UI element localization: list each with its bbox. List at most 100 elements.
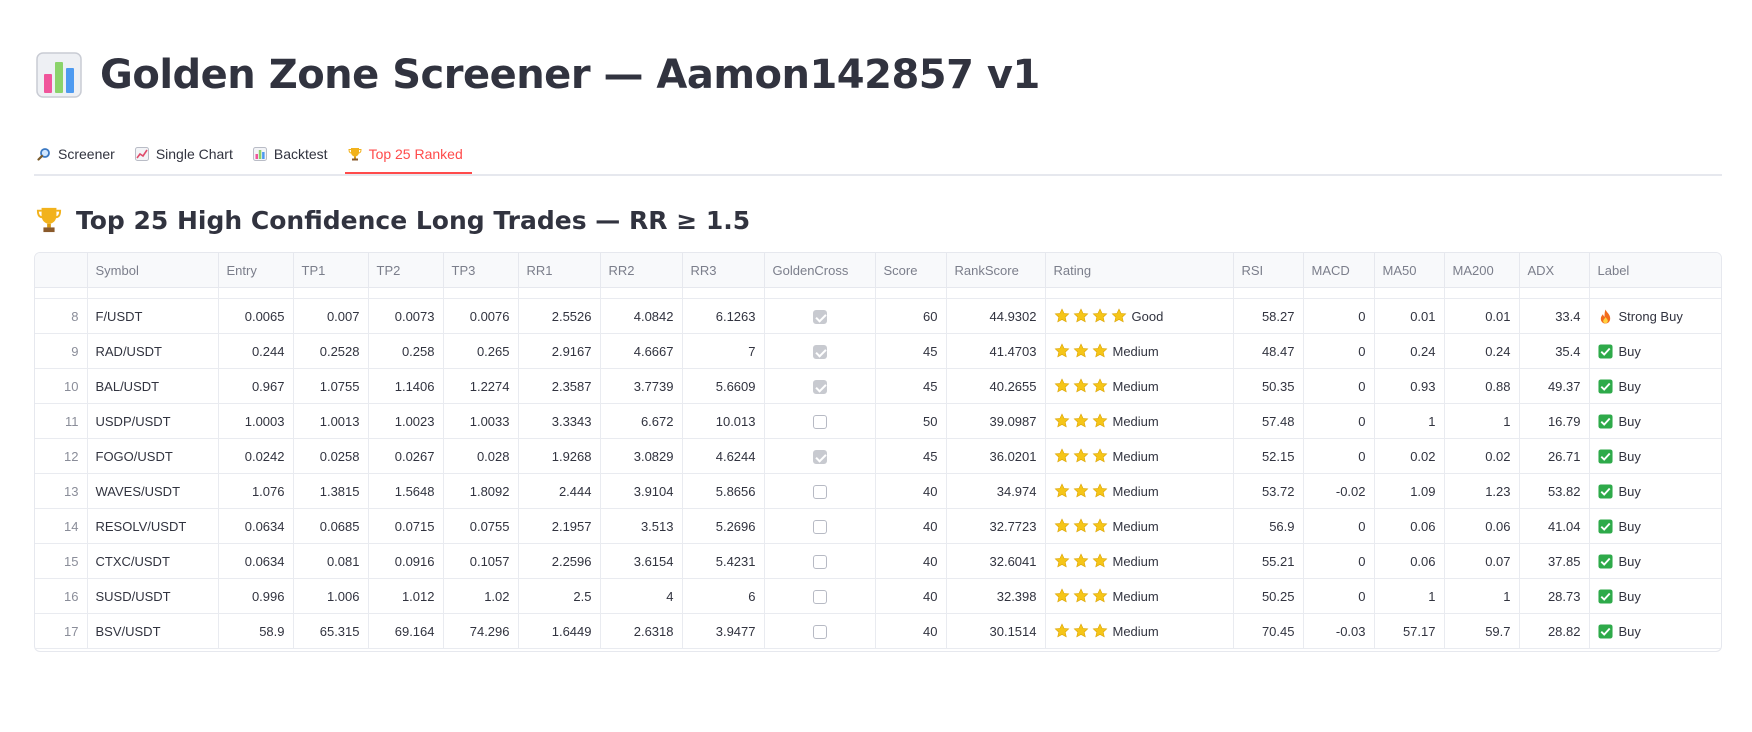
column-header[interactable]: RR2: [600, 253, 683, 288]
golden-cross-checkbox[interactable]: [812, 414, 827, 429]
star-icon: [1073, 343, 1088, 358]
table-row[interactable]: 11 USDP/USDT 1.0003 1.0013 1.0023 1.0033 3.334…: [35, 403, 1721, 439]
golden-cross-checkbox[interactable]: [812, 589, 827, 604]
entry-cell: 0.996: [218, 578, 294, 614]
star-icon: [1073, 413, 1088, 428]
column-header[interactable]: Score: [875, 253, 947, 288]
column-header[interactable]: TP1: [293, 253, 369, 288]
tab-screener[interactable]: Screener: [34, 136, 124, 172]
golden-cross-cell: [764, 578, 876, 614]
ma200-cell: 1.23: [1444, 473, 1520, 509]
column-header[interactable]: MACD: [1303, 253, 1375, 288]
entry-cell: 0.0634: [218, 508, 294, 544]
table-row[interactable]: 15 CTXC/USDT 0.0634 0.081 0.0916 0.1057 2.2596…: [35, 543, 1721, 579]
rsi-cell: 50.25: [1233, 578, 1304, 614]
rank-score-cell: 32.7723: [946, 508, 1046, 544]
table-header-row: Symbol Entry TP1 TP2 TP3 RR1 RR2 RR3 GoldenCross…: [35, 253, 1721, 288]
check-icon: [1597, 344, 1613, 359]
ma50-cell: 0.01: [1374, 298, 1445, 334]
column-header[interactable]: Entry: [218, 253, 294, 288]
label-cell: Buy: [1589, 333, 1721, 369]
score-cell: 40: [875, 473, 947, 509]
tab-top-25-ranked[interactable]: Top 25 Ranked: [344, 136, 472, 174]
tab-bar: Screener Single Chart Backtest Top 25 Ra…: [34, 136, 1722, 176]
table-row[interactable]: 8 F/USDT 0.0065 0.007 0.0073 0.0076 2.5526 4.08…: [35, 298, 1721, 334]
row-index: 9: [35, 333, 88, 369]
golden-cross-checkbox[interactable]: [812, 554, 827, 569]
rating-cell: Medium: [1045, 508, 1234, 544]
check-icon: [1597, 379, 1613, 394]
column-header[interactable]: MA200: [1444, 253, 1520, 288]
rating-stars: [1054, 343, 1108, 359]
column-header[interactable]: RR1: [518, 253, 601, 288]
check-icon: [1597, 519, 1613, 534]
table-body: 8 F/USDT 0.0065 0.007 0.0073 0.0076 2.5526 4.08…: [35, 287, 1721, 649]
ma50-cell: 1: [1374, 578, 1445, 614]
ma50-cell: 0.24: [1374, 333, 1445, 369]
label-cell: Strong Buy: [1589, 298, 1721, 334]
column-header[interactable]: MA50: [1374, 253, 1445, 288]
table-row[interactable]: 9 RAD/USDT 0.244 0.2528 0.258 0.265 2.9167 4.66…: [35, 333, 1721, 369]
star-icon: [1073, 308, 1088, 323]
table-row[interactable]: 12 FOGO/USDT 0.0242 0.0258 0.0267 0.028 1.9268…: [35, 438, 1721, 474]
star-icon: [1073, 553, 1088, 568]
label-cell: Buy: [1589, 403, 1721, 439]
star-icon: [1054, 518, 1069, 533]
rank-score-cell: 40.2655: [946, 368, 1046, 404]
rr3-cell: 4.6244: [682, 438, 765, 474]
column-header[interactable]: ADX: [1519, 253, 1590, 288]
rsi-cell: 52.15: [1233, 438, 1304, 474]
table-row[interactable]: 17 BSV/USDT 58.9 65.315 69.164 74.296 1.6449 2.…: [35, 613, 1721, 649]
rating-text: Medium: [1112, 378, 1159, 394]
score-cell: 45: [875, 368, 947, 404]
column-header[interactable]: RankScore: [946, 253, 1046, 288]
table-row[interactable]: 10 BAL/USDT 0.967 1.0755 1.1406 1.2274 2.3587 3…: [35, 368, 1721, 404]
tp1-cell: 1.006: [293, 578, 369, 614]
page-title-text: Golden Zone Screener — Aamon142857 v1: [100, 52, 1040, 98]
tab-backtest[interactable]: Backtest: [250, 136, 337, 172]
table-row[interactable]: 14 RESOLV/USDT 0.0634 0.0685 0.0715 0.0755 2.1…: [35, 508, 1721, 544]
star-icon: [1092, 623, 1107, 638]
tab-label: Top 25 Ranked: [368, 146, 463, 162]
score-cell: 40: [875, 613, 947, 649]
adx-cell: 16.79: [1519, 403, 1590, 439]
column-header[interactable]: Label: [1589, 253, 1721, 288]
tp2-cell: 0.0715: [368, 508, 444, 544]
golden-cross-checkbox[interactable]: [812, 624, 827, 639]
column-header[interactable]: TP2: [368, 253, 444, 288]
column-header[interactable]: Symbol: [87, 253, 219, 288]
tp1-cell: 1.3815: [293, 473, 369, 509]
ranked-table[interactable]: Symbol Entry TP1 TP2 TP3 RR1 RR2 RR3 GoldenCross…: [34, 252, 1722, 652]
column-header[interactable]: GoldenCross: [764, 253, 876, 288]
column-header[interactable]: Rating: [1045, 253, 1234, 288]
golden-cross-checkbox[interactable]: [812, 449, 827, 464]
row-index: 14: [35, 508, 88, 544]
macd-cell: 0: [1303, 438, 1375, 474]
golden-cross-cell: [764, 473, 876, 509]
golden-cross-checkbox[interactable]: [812, 519, 827, 534]
row-index: 16: [35, 578, 88, 614]
tab-single-chart[interactable]: Single Chart: [132, 136, 242, 172]
column-header[interactable]: RSI: [1233, 253, 1304, 288]
row-index: 10: [35, 368, 88, 404]
golden-cross-checkbox[interactable]: [812, 344, 827, 359]
table-row[interactable]: 13 WAVES/USDT 1.076 1.3815 1.5648 1.8092 2.444…: [35, 473, 1721, 509]
table-row[interactable]: 16 SUSD/USDT 0.996 1.006 1.012 1.02 2.5 4 6 40 32.…: [35, 578, 1721, 614]
rr3-cell: 5.4231: [682, 543, 765, 579]
tp3-cell: 0.265: [443, 333, 519, 369]
golden-cross-checkbox[interactable]: [812, 309, 827, 324]
tp2-cell: 0.0073: [368, 298, 444, 334]
label-text: Buy: [1618, 414, 1641, 430]
rr3-cell: 6: [682, 578, 765, 614]
golden-cross-checkbox[interactable]: [812, 484, 827, 499]
row-index: 8: [35, 298, 88, 334]
star-icon: [1111, 308, 1126, 323]
column-header[interactable]: TP3: [443, 253, 519, 288]
rating-stars: [1054, 448, 1108, 464]
rr3-cell: 10.013: [682, 403, 765, 439]
column-header[interactable]: [35, 253, 88, 288]
golden-cross-checkbox[interactable]: [812, 379, 827, 394]
adx-cell: 33.4: [1519, 298, 1590, 334]
column-header[interactable]: RR3: [682, 253, 765, 288]
rank-score-cell: 34.974: [946, 473, 1046, 509]
